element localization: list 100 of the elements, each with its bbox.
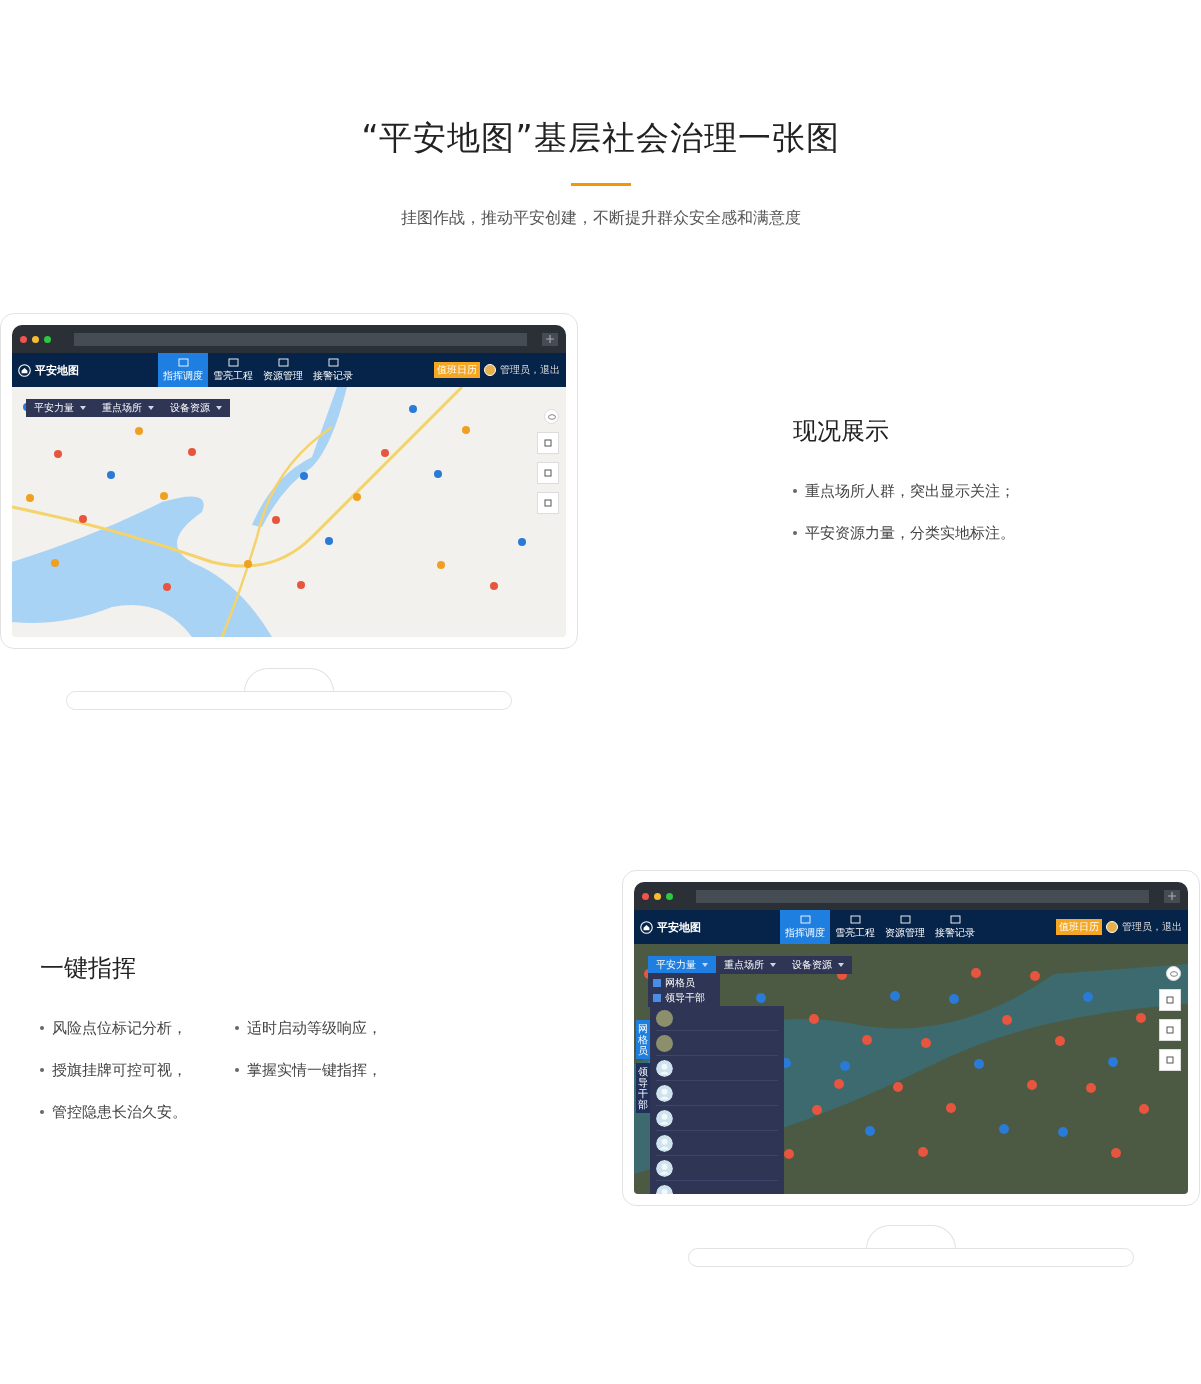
nav-tab[interactable]: 资源管理	[258, 353, 308, 387]
map-marker[interactable]	[840, 1061, 850, 1071]
map-marker[interactable]	[918, 1147, 928, 1157]
map-marker[interactable]	[756, 993, 766, 1003]
map-marker[interactable]	[437, 561, 445, 569]
bullet-dot-icon	[793, 531, 797, 535]
map-marker[interactable]	[272, 516, 280, 524]
map-area[interactable]: 平安力量 重点场所 设备资源 网格员 领导干部 网格员 领导干部	[634, 944, 1188, 1194]
close-button[interactable]	[642, 892, 649, 900]
map-marker[interactable]	[946, 1103, 956, 1113]
map-marker[interactable]	[834, 1079, 844, 1089]
new-tab-button[interactable]	[542, 332, 558, 346]
map-marker[interactable]	[862, 1035, 872, 1045]
map-marker[interactable]	[79, 515, 87, 523]
map-marker[interactable]	[244, 560, 252, 568]
tool-button[interactable]	[1159, 1019, 1181, 1041]
nav-tab[interactable]: 雪亮工程	[830, 910, 880, 944]
map-marker[interactable]	[434, 470, 442, 478]
map-marker[interactable]	[893, 1082, 903, 1092]
address-bar[interactable]	[74, 332, 527, 346]
tool-button[interactable]	[537, 432, 559, 454]
filter-dropdown[interactable]: 设备资源	[162, 399, 230, 417]
nav-tab[interactable]: 接警记录	[308, 353, 358, 387]
close-button[interactable]	[20, 335, 27, 343]
tool-button[interactable]	[1159, 989, 1181, 1011]
map-marker[interactable]	[51, 559, 59, 567]
map-area[interactable]: 平安力量 重点场所 设备资源	[12, 387, 566, 637]
map-marker[interactable]	[971, 968, 981, 978]
filter-dropdown[interactable]: 设备资源	[784, 956, 852, 974]
map-marker[interactable]	[297, 581, 305, 589]
map-marker[interactable]	[784, 1149, 794, 1159]
map-marker[interactable]	[26, 494, 34, 502]
tool-button[interactable]	[1159, 1049, 1181, 1071]
map-marker[interactable]	[1086, 1083, 1096, 1093]
map-marker[interactable]	[865, 1126, 875, 1136]
new-tab-button[interactable]	[1164, 889, 1180, 903]
bullet-dot-icon	[235, 1026, 239, 1030]
map-marker[interactable]	[1108, 1057, 1118, 1067]
nav-tab[interactable]: 接警记录	[930, 910, 980, 944]
nav-tab[interactable]: 雪亮工程	[208, 353, 258, 387]
map-marker[interactable]	[1055, 1036, 1065, 1046]
filter-dropdown[interactable]: 重点场所	[716, 956, 784, 974]
minimize-button[interactable]	[654, 892, 661, 900]
map-marker[interactable]	[812, 1105, 822, 1115]
tool-button[interactable]	[537, 492, 559, 514]
map-marker[interactable]	[1136, 1013, 1146, 1023]
map-marker[interactable]	[54, 450, 62, 458]
map-marker[interactable]	[490, 582, 498, 590]
map-marker[interactable]	[381, 449, 389, 457]
map-marker[interactable]	[163, 583, 171, 591]
map-marker[interactable]	[999, 1124, 1009, 1134]
map-marker[interactable]	[1083, 992, 1093, 1002]
map-marker[interactable]	[188, 448, 196, 456]
map-marker[interactable]	[921, 1038, 931, 1048]
map-marker[interactable]	[353, 493, 361, 501]
dropdown-option[interactable]: 网格员	[665, 975, 695, 990]
maximize-button[interactable]	[44, 335, 51, 343]
side-tab[interactable]: 网格员	[636, 1020, 650, 1059]
map-marker[interactable]	[890, 991, 900, 1001]
map-marker[interactable]	[518, 538, 526, 546]
filter-dropdown[interactable]: 重点场所	[94, 399, 162, 417]
tool-button[interactable]	[537, 462, 559, 484]
maximize-button[interactable]	[666, 892, 673, 900]
map-marker[interactable]	[409, 405, 417, 413]
page-title: “平安地图”基层社会治理一张图	[361, 117, 840, 159]
map-marker[interactable]	[809, 1014, 819, 1024]
tab-icon	[949, 914, 961, 924]
address-bar[interactable]	[696, 889, 1149, 903]
user-link[interactable]: 管理员，退出	[1122, 920, 1182, 934]
user-link[interactable]: 管理员，退出	[500, 363, 560, 377]
map-marker[interactable]	[160, 492, 168, 500]
bullet-text: 平安资源力量，分类实地标注。	[793, 523, 1015, 543]
caret-icon	[838, 963, 844, 967]
checkbox[interactable]	[653, 993, 661, 1002]
map-marker[interactable]	[1030, 971, 1040, 981]
dropdown-option[interactable]: 领导干部	[665, 990, 705, 1005]
map-marker[interactable]	[462, 426, 470, 434]
map-marker[interactable]	[135, 427, 143, 435]
bullet-text: 管控隐患长治久安。	[40, 1102, 235, 1122]
map-marker[interactable]	[1111, 1148, 1121, 1158]
map-marker[interactable]	[325, 537, 333, 545]
checkbox[interactable]	[653, 978, 661, 987]
filter-dropdown[interactable]: 平安力量	[648, 956, 716, 974]
map-marker[interactable]	[107, 471, 115, 479]
map-marker[interactable]	[949, 994, 959, 1004]
map-marker[interactable]	[300, 472, 308, 480]
nav-tab[interactable]: 指挥调度	[780, 910, 830, 944]
filter-dropdown[interactable]: 平安力量	[26, 399, 94, 417]
map-marker[interactable]	[1027, 1080, 1037, 1090]
nav-tab[interactable]: 资源管理	[880, 910, 930, 944]
app-title: 平安地图	[35, 362, 79, 378]
map-marker[interactable]	[1139, 1104, 1149, 1114]
map-marker[interactable]	[1058, 1127, 1068, 1137]
minimize-button[interactable]	[32, 335, 39, 343]
caret-icon	[216, 406, 222, 410]
map-marker[interactable]	[1002, 1015, 1012, 1025]
nav-tab[interactable]: 指挥调度	[158, 353, 208, 387]
bullet-dot-icon	[40, 1068, 44, 1072]
side-tab[interactable]: 领导干部	[636, 1063, 650, 1113]
map-marker[interactable]	[974, 1059, 984, 1069]
